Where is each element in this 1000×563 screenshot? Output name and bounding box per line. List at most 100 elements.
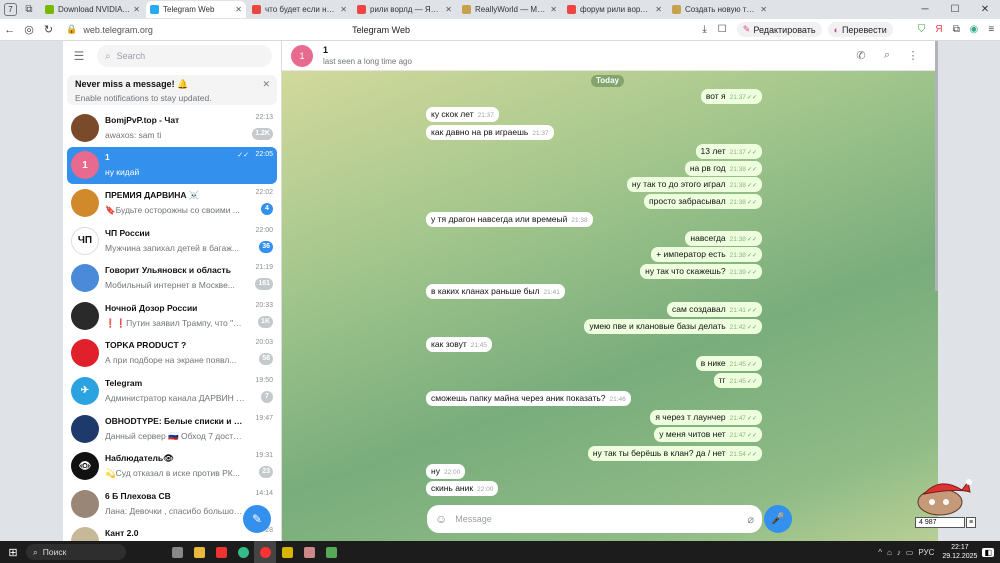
outgoing-message[interactable]: вот я 21:37✓✓ (700, 89, 762, 104)
chat-list-item[interactable]: ✈ Telegram 19:50 Администратор канала ДА… (67, 372, 277, 410)
reload-icon[interactable]: ↻ (39, 23, 58, 36)
chat-list-item[interactable]: Говорит Ульяновск и область 21:19 Мобиль… (67, 259, 277, 297)
chat-list-item[interactable]: 👁 Наблюдатель👁 19:31 💫Суд отказал в иске… (67, 447, 277, 485)
incoming-message[interactable]: как зовут 21:45 (426, 337, 492, 352)
browser-tab[interactable]: Telegram Web ✕ (146, 1, 246, 18)
incoming-message[interactable]: скинь аник 22:00 (426, 481, 499, 496)
browser-tab[interactable]: Download NVIDIA App for✕ (41, 1, 144, 18)
voice-record-button[interactable]: 🎤 (764, 505, 792, 533)
outgoing-message[interactable]: ну так ты берёшь в клан? да / нет 21:54✓✓ (587, 446, 762, 461)
network-icon[interactable]: ⌂ (887, 548, 892, 557)
file-explorer-icon[interactable] (188, 541, 210, 563)
battery-icon[interactable]: ▭ (906, 548, 914, 557)
close-window-icon[interactable]: ✕ (970, 0, 1000, 19)
minimize-icon[interactable]: ─ (910, 0, 940, 19)
browser-tab[interactable]: рили ворлд — Яндекс: на✕ (353, 1, 456, 18)
chat-list-item[interactable]: ЧП ЧП России 22:00 Мужчина запихал детей… (67, 222, 277, 260)
bookmark-icon[interactable]: ☐ (713, 24, 730, 35)
protect-icon[interactable]: ⛉ (913, 24, 930, 35)
outgoing-message[interactable]: тг 21:45✓✓ (713, 373, 762, 388)
incoming-message[interactable]: в каких кланах раньше был 21:41 (426, 284, 565, 299)
shield-icon[interactable]: ◎ (19, 23, 38, 36)
phone-icon[interactable]: ✆ (848, 49, 874, 62)
tab-close-icon[interactable]: ✕ (340, 5, 347, 14)
emoji-icon[interactable]: ☺ (435, 512, 447, 526)
yandex-music-icon[interactable] (210, 541, 232, 563)
message-composer[interactable]: ☺ Message ⌀ (427, 505, 762, 533)
tab-close-icon[interactable]: ✕ (760, 5, 767, 14)
outgoing-message[interactable]: сам создавал 21:41✓✓ (666, 302, 762, 317)
incoming-message[interactable]: у тя драгон навсегда или времеый 21:38 (426, 212, 593, 227)
outgoing-message[interactable]: ну так то до этого играл 21:38✓✓ (626, 177, 762, 192)
tab-close-icon[interactable]: ✕ (550, 5, 557, 14)
message-input[interactable]: Message (455, 514, 747, 524)
maximize-icon[interactable]: ☐ (940, 0, 970, 19)
chat-list-item[interactable]: ПРЕМИЯ ДАРВИНА ☠️ 22:02 🔖Будьте осторожн… (67, 184, 277, 222)
browser-tab[interactable]: форум рили ворлд — Ян✕ (563, 1, 666, 18)
incoming-message[interactable]: ну 22:00 (426, 464, 466, 479)
tab-close-icon[interactable]: ✕ (445, 5, 452, 14)
browser-tab[interactable]: Создать новую тему - Rea✕ (668, 1, 771, 18)
tab-close-icon[interactable]: ✕ (133, 5, 140, 14)
url-field[interactable]: 🔒 web.telegram.org Telegram Web (66, 22, 696, 38)
outgoing-message[interactable]: ну так что скажешь? 21:39✓✓ (640, 264, 762, 279)
hamburger-menu-icon[interactable]: ☰ (71, 49, 87, 63)
avatar[interactable]: 1 (291, 44, 313, 67)
outgoing-message[interactable]: у меня читов нет 21:47✓✓ (654, 427, 762, 442)
yandex-browser-icon[interactable] (254, 541, 276, 563)
incoming-message[interactable]: ку скок лет 21:37 (426, 107, 499, 122)
chat-header[interactable]: 1 1 last seen a long time ago ✆ ⌕ ⋮ (282, 41, 938, 71)
taskbar-search[interactable]: ⌕ Поиск (26, 544, 126, 560)
notification-banner[interactable]: Never miss a message! 🔔 Enable notificat… (67, 75, 277, 105)
chat-list-item[interactable]: Ночной Дозор России 20:33 ❗️❗️Путин заяв… (67, 297, 277, 335)
search-icon[interactable]: ⌕ (874, 49, 900, 62)
chevron-up-icon[interactable]: ^ (878, 548, 882, 557)
chrome-icon[interactable] (232, 541, 254, 563)
notifications-icon[interactable]: ◧ (982, 547, 994, 557)
tab-close-icon[interactable]: ✕ (235, 5, 242, 14)
task-view-icon[interactable] (166, 541, 188, 563)
menu-icon[interactable]: ≡ (983, 24, 1000, 35)
volume-icon[interactable]: ♪ (897, 548, 901, 557)
download-icon[interactable]: ⤓ (696, 24, 713, 35)
search-input[interactable]: ⌕ Search (97, 45, 272, 67)
language-indicator[interactable]: РУС (918, 548, 934, 557)
profile-icon[interactable]: ◉ (965, 24, 982, 35)
tab-close-icon[interactable]: ✕ (655, 5, 662, 14)
outgoing-message[interactable]: умею пве и клановые базы делать 21:42✓✓ (584, 319, 762, 334)
clock[interactable]: 22:17 29.12.2025 (942, 543, 977, 561)
tab-count-button[interactable]: 7 (4, 3, 17, 16)
back-icon[interactable]: ← (0, 24, 19, 36)
page-scrollbar[interactable] (935, 41, 938, 291)
attach-icon[interactable]: ⌀ (747, 513, 754, 526)
extensions-icon[interactable]: ⧉ (948, 24, 965, 35)
chat-list-item[interactable]: TOPKA PRODUCT ? 20:03 А при подборе на э… (67, 335, 277, 373)
browser-tab[interactable]: ReallyWorld — Магазин пр✕ (458, 1, 561, 18)
outgoing-message[interactable]: на рв год 21:38✓✓ (684, 161, 762, 176)
outgoing-message[interactable]: навсегда 21:38✓✓ (685, 231, 762, 246)
incoming-message[interactable]: сможешь папку майна через аник показать?… (426, 391, 631, 406)
chat-list-item[interactable]: 1 1 ✓✓ 22:05 ну кидай (67, 146, 277, 185)
outgoing-message[interactable]: я через т лаунчер 21:47✓✓ (650, 410, 762, 425)
outgoing-message[interactable]: 13 лет 21:37✓✓ (695, 144, 762, 159)
translate-button[interactable]: ◐ Перевести (827, 22, 893, 37)
gadget-menu-icon[interactable]: ≡ (966, 517, 976, 528)
windows-start-icon[interactable]: ⊞ (0, 546, 26, 559)
taskbar: ⊞ ⌕ Поиск ^ ⌂ ♪ ▭ РУС 22:17 29.12.2025 ◧ (0, 541, 1000, 563)
minecraft-icon[interactable] (320, 541, 342, 563)
incoming-message[interactable]: как давно на рв играешь 21:37 (426, 125, 554, 140)
edit-button[interactable]: ✎ Редактировать (736, 22, 822, 37)
photos-icon[interactable] (298, 541, 320, 563)
browser-tab[interactable]: что будет если написать✕ (248, 1, 351, 18)
yandex-icon[interactable]: Я (930, 24, 947, 35)
outgoing-message[interactable]: просто забрасывал 21:38✓✓ (644, 194, 762, 209)
outgoing-message[interactable]: + император есть 21:38✓✓ (651, 247, 762, 262)
app-icon[interactable] (276, 541, 298, 563)
more-icon[interactable]: ⋮ (900, 49, 926, 62)
chat-list-item[interactable]: BomjPvP.top - Чат 22:13 awaxos: sam ti 1… (67, 109, 277, 147)
outgoing-message[interactable]: в нике 21:45✓✓ (695, 356, 762, 371)
chat-list-item[interactable]: OBHODTYPE: Белые списки и Ютуб 19:47 Дан… (67, 410, 277, 448)
tab-list-icon[interactable]: ⧉ (21, 3, 37, 16)
close-icon[interactable]: ✕ (262, 79, 270, 90)
compose-button[interactable]: ✎ (243, 505, 271, 533)
